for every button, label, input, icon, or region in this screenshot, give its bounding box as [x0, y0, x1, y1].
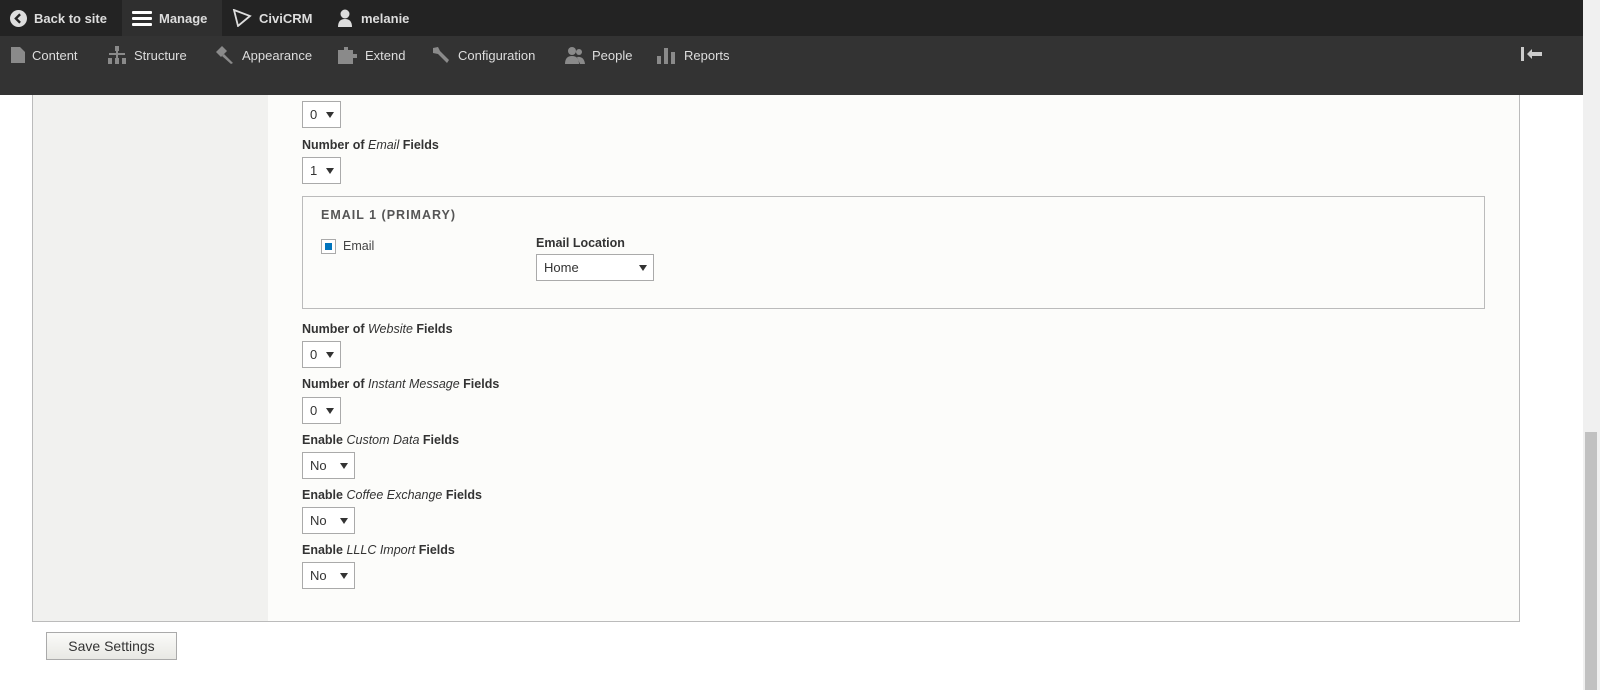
scrollbar-thumb[interactable] [1585, 432, 1597, 690]
im-count-label: Number of Instant Message Fields [302, 377, 500, 391]
back-to-site-link[interactable]: Back to site [0, 0, 117, 36]
brush-icon [216, 46, 233, 64]
email-1-fieldset: EMAIL 1 (PRIMARY) Email Email Location H… [302, 196, 1485, 309]
menu-label: Extend [365, 47, 406, 63]
website-count-select[interactable]: 0 [302, 341, 341, 368]
civicrm-logo-icon [232, 9, 252, 27]
bar-chart-icon [657, 48, 675, 64]
manage-label: Manage [159, 10, 208, 26]
menu-item-people[interactable]: People [565, 36, 632, 74]
im-count-select[interactable]: 0 [302, 397, 341, 424]
menu-label: Appearance [242, 47, 313, 63]
chevron-down-icon [340, 573, 348, 579]
user-label: melanie [361, 10, 410, 26]
back-to-site-label: Back to site [34, 10, 107, 26]
vertical-tabs-column [33, 60, 268, 621]
menu-label: Structure [134, 47, 187, 63]
puzzle-icon [338, 47, 357, 64]
coffee-exchange-select[interactable]: No [302, 507, 355, 534]
email-location-label: Email Location [536, 236, 625, 250]
website-count-label: Number of Website Fields [302, 322, 453, 336]
chevron-down-icon [340, 518, 348, 524]
people-icon [565, 47, 585, 64]
email-location-select[interactable]: Home [536, 254, 654, 281]
hamburger-icon [132, 11, 152, 26]
email-checkbox-label: Email [343, 239, 375, 253]
chevron-down-icon [326, 168, 334, 174]
menu-label: People [592, 47, 633, 63]
menu-item-appearance[interactable]: Appearance [215, 36, 312, 74]
collapse-tray-button[interactable] [1521, 47, 1543, 66]
email-checkbox[interactable] [321, 239, 336, 254]
chevron-down-icon [340, 463, 348, 469]
checkbox-checked-mark [325, 243, 332, 250]
save-settings-button[interactable]: Save Settings [46, 632, 177, 660]
select-value: 0 [310, 403, 318, 418]
custom-data-label: Enable Custom Data Fields [302, 433, 460, 447]
select-value: No [310, 568, 327, 583]
select-value: Home [544, 260, 579, 275]
top-count-select[interactable]: 0 [302, 101, 341, 128]
chevron-down-icon [326, 352, 334, 358]
user-icon [338, 9, 352, 27]
chevron-down-icon [326, 112, 334, 118]
menu-item-configuration[interactable]: Configuration [431, 36, 535, 74]
civicrm-label: CiviCRM [259, 10, 313, 26]
admin-toolbar: Back to site Manage CiviCRM melanie [0, 0, 1583, 36]
menu-label: Reports [684, 47, 730, 63]
select-value: 0 [310, 347, 318, 362]
email-count-select[interactable]: 1 [302, 157, 341, 184]
fieldset-legend: EMAIL 1 (PRIMARY) [321, 208, 457, 222]
menu-label: Content [32, 47, 78, 63]
select-value: No [310, 458, 327, 473]
collapse-left-icon [1521, 47, 1542, 61]
email-count-label: Number of Email Fields [302, 138, 439, 152]
wrench-icon [433, 47, 449, 63]
user-tab[interactable]: melanie [326, 0, 419, 36]
menu-item-extend[interactable]: Extend [338, 36, 405, 74]
lllc-import-select[interactable]: No [302, 562, 355, 589]
select-value: No [310, 513, 327, 528]
menu-label: Configuration [458, 47, 536, 63]
lllc-import-label: Enable LLLC Import Fields [302, 543, 455, 557]
custom-data-select[interactable]: No [302, 452, 355, 479]
sitemap-icon [108, 46, 126, 64]
select-value: 0 [310, 107, 318, 122]
menu-item-structure[interactable]: Structure [107, 36, 187, 74]
chevron-left-circle-icon [10, 9, 27, 27]
manage-tab[interactable]: Manage [122, 0, 222, 36]
civicrm-tab[interactable]: CiviCRM [222, 0, 322, 36]
file-icon [11, 47, 25, 63]
select-value: 1 [310, 163, 318, 178]
menu-item-reports[interactable]: Reports [657, 36, 730, 74]
menu-item-content[interactable]: Content [11, 36, 78, 74]
chevron-down-icon [639, 265, 647, 271]
coffee-exchange-label: Enable Coffee Exchange Fields [302, 488, 482, 502]
chevron-down-icon [326, 408, 334, 414]
